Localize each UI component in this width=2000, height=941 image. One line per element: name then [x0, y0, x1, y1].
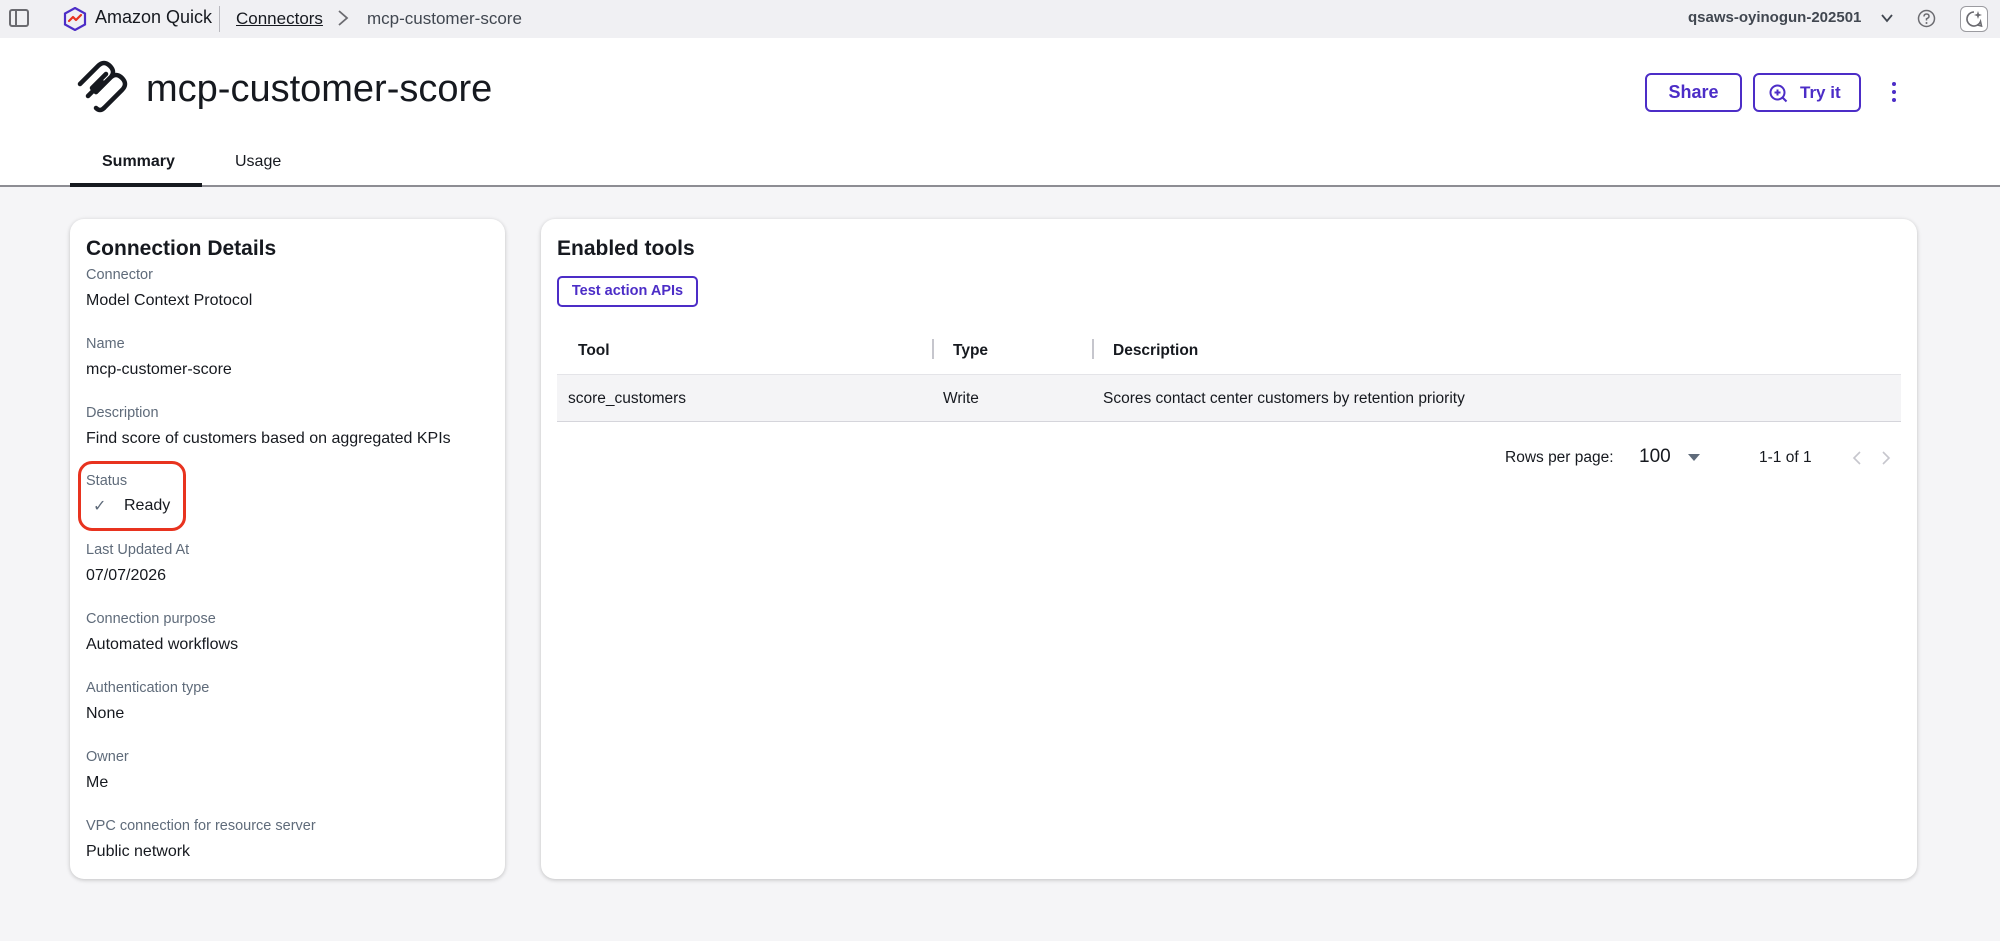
page-header: mcp-customer-score Share Try it Summary …: [0, 38, 2000, 187]
field-label-vpc-connection: VPC connection for resource server: [86, 818, 316, 834]
cell-tool: score_customers: [568, 390, 687, 407]
field-label-connection-purpose: Connection purpose: [86, 611, 216, 627]
try-it-label: Try it: [1800, 83, 1841, 102]
more-actions-icon[interactable]: [1884, 78, 1904, 108]
table-row[interactable]: score_customers Write Scores contact cen…: [557, 374, 1901, 422]
pagination-range: 1-1 of 1: [1759, 449, 1812, 466]
column-header-description[interactable]: Description: [1113, 342, 1198, 360]
mcp-connector-icon: [77, 60, 128, 113]
help-icon[interactable]: [1917, 9, 1936, 28]
assistant-chat-button[interactable]: [1960, 6, 1988, 32]
app-name[interactable]: Amazon Quick: [95, 7, 212, 28]
field-label-last-updated: Last Updated At: [86, 542, 190, 558]
column-resize-handle[interactable]: [1092, 339, 1094, 359]
divider: [219, 6, 220, 32]
column-resize-handle[interactable]: [932, 339, 934, 359]
field-label-name: Name: [86, 336, 125, 352]
test-action-apis-button[interactable]: Test action APIs: [557, 276, 698, 307]
account-menu[interactable]: qsaws-oyinogun-202501: [1688, 9, 1861, 26]
column-header-type[interactable]: Type: [953, 342, 988, 360]
field-value-name: mcp-customer-score: [86, 361, 232, 378]
breadcrumb-current: mcp-customer-score: [367, 9, 522, 28]
connection-details-card: Connection Details Connector Model Conte…: [70, 219, 505, 879]
field-value-owner: Me: [86, 774, 109, 791]
share-button[interactable]: Share: [1645, 73, 1742, 112]
field-value-description: Find score of customers based on aggrega…: [86, 430, 451, 447]
page-title: mcp-customer-score: [146, 68, 493, 110]
field-label-description: Description: [86, 405, 159, 421]
field-label-owner: Owner: [86, 749, 129, 765]
tab-summary[interactable]: Summary: [102, 153, 175, 171]
field-value-vpc-connection: Public network: [86, 843, 191, 860]
field-label-status: Status: [86, 473, 128, 489]
active-tab-indicator: [70, 183, 202, 187]
cell-description: Scores contact center customers by reten…: [1103, 390, 1465, 407]
rows-per-page-label: Rows per page:: [1505, 449, 1614, 466]
amazon-quick-logo-icon: [63, 7, 87, 31]
field-value-connection-purpose: Automated workflows: [86, 636, 239, 653]
chevron-down-icon[interactable]: [1880, 11, 1894, 25]
cell-type: Write: [943, 390, 979, 407]
field-value-connector: Model Context Protocol: [86, 292, 253, 309]
field-value-auth-type: None: [86, 705, 125, 722]
field-label-connector: Connector: [86, 267, 153, 283]
status-badge: Ready: [124, 497, 171, 514]
card-title: Connection Details: [86, 237, 277, 260]
search-plus-icon: [1769, 84, 1788, 103]
enabled-tools-card: Enabled tools Test action APIs Tool Type…: [541, 219, 1917, 879]
sidebar-toggle-icon[interactable]: [9, 9, 29, 27]
chat-sparkle-icon: [1966, 11, 1983, 28]
tab-usage[interactable]: Usage: [235, 153, 281, 171]
field-label-auth-type: Authentication type: [86, 680, 210, 696]
top-bar: Amazon Quick Connectors mcp-customer-sco…: [0, 0, 2000, 38]
chevron-right-icon[interactable]: [1881, 451, 1891, 465]
rows-per-page-value: 100: [1639, 446, 1671, 467]
table-header: Tool Type Description: [557, 329, 1901, 371]
chevron-left-icon[interactable]: [1852, 451, 1862, 465]
column-header-tool[interactable]: Tool: [578, 342, 610, 360]
rows-per-page-select[interactable]: 100: [1639, 445, 1703, 471]
field-value-last-updated: 07/07/2026: [86, 567, 167, 584]
chevron-right-icon: [338, 10, 349, 26]
check-icon: ✓: [93, 498, 107, 515]
caret-down-icon: [1688, 454, 1700, 461]
try-it-button[interactable]: Try it: [1753, 73, 1861, 112]
card-title: Enabled tools: [557, 237, 695, 260]
breadcrumb-connectors-link[interactable]: Connectors: [236, 9, 323, 29]
